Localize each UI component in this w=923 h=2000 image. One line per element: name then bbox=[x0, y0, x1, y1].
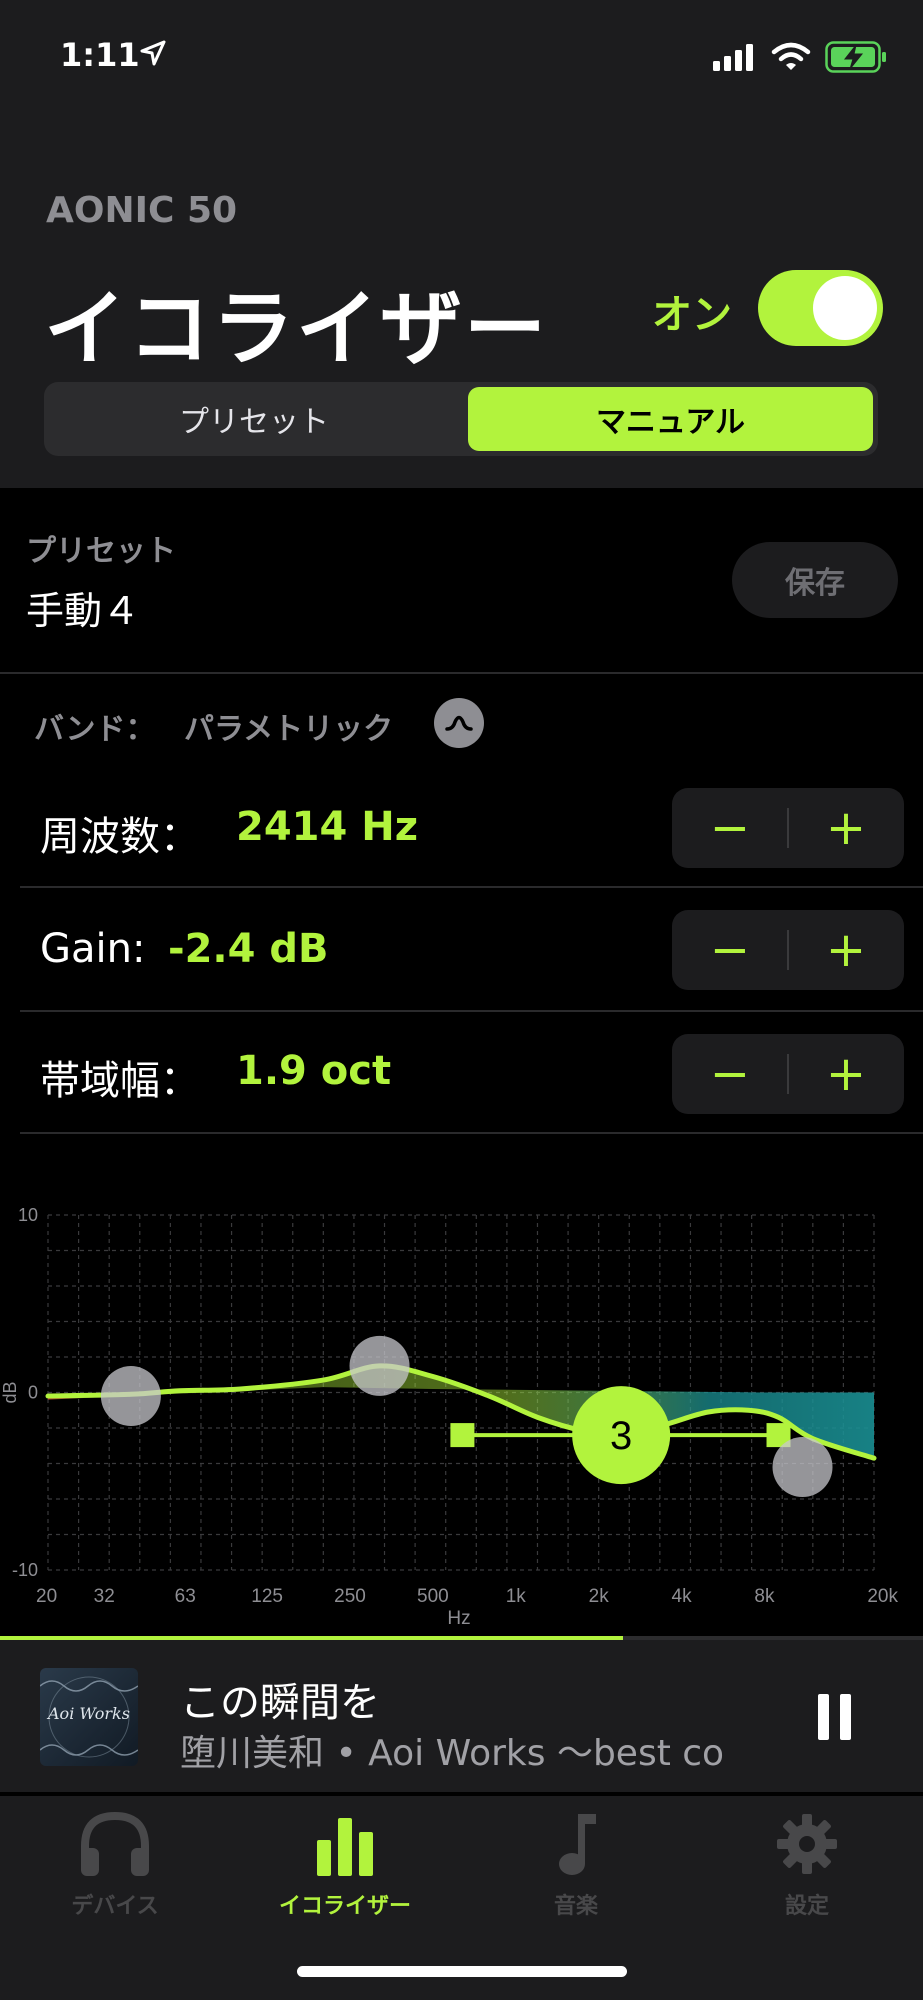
page-title: イコライザー bbox=[44, 282, 549, 377]
status-icons bbox=[713, 40, 887, 74]
gain-label: Gain: bbox=[40, 926, 146, 972]
device-name: AONIC 50 bbox=[46, 190, 238, 231]
tab-label: 音楽 bbox=[553, 1894, 598, 1919]
pause-icon bbox=[818, 1694, 829, 1740]
eq-on-toggle[interactable] bbox=[758, 270, 883, 346]
frequency-decrement-button[interactable]: − bbox=[672, 788, 788, 868]
x-tick-label: 4k bbox=[672, 1586, 693, 1607]
y-tick-label: 0 bbox=[28, 1383, 38, 1403]
home-indicator[interactable] bbox=[297, 1966, 627, 1977]
band-type-value: パラメトリック bbox=[184, 712, 394, 747]
headphones-icon bbox=[81, 1811, 149, 1876]
battery-charging-icon bbox=[825, 41, 886, 73]
band-node-2 bbox=[349, 1335, 410, 1396]
gain-stepper: − + bbox=[672, 910, 904, 990]
header-panel: 1:11 AONIC 50 イコライザー オン プリセット マニュアル bbox=[0, 0, 923, 488]
x-tick-label: 63 bbox=[175, 1586, 196, 1607]
band-type-toggle[interactable] bbox=[434, 698, 484, 748]
bell-curve-icon bbox=[445, 715, 473, 731]
save-button[interactable]: 保存 bbox=[732, 542, 898, 618]
x-tick-label: 20 bbox=[36, 1586, 57, 1607]
gain-increment-button[interactable]: + bbox=[788, 910, 904, 990]
divider bbox=[20, 886, 923, 888]
x-tick-label: 125 bbox=[251, 1586, 283, 1607]
wifi-icon bbox=[771, 42, 811, 70]
music-note-icon bbox=[559, 1814, 596, 1875]
tab-label: イコライザー bbox=[278, 1894, 411, 1919]
preset-value: 手動４ bbox=[26, 589, 141, 633]
tab-music[interactable]: 音楽 bbox=[461, 1810, 691, 1930]
cellular-signal-icon bbox=[713, 44, 753, 71]
eq-curve-chart[interactable]: 10 0 -10 dB 20 32 63 125 250 500 1k 2k 4k 8k 20k Hz 3 bbox=[0, 1195, 923, 1635]
bandwidth-stepper: − + bbox=[672, 1034, 904, 1114]
y-tick-label: -10 bbox=[12, 1560, 38, 1580]
gain-decrement-button[interactable]: − bbox=[672, 910, 788, 990]
song-artist-album: 堕川美和 • Aoi Works 〜best colle bbox=[180, 1733, 725, 1774]
x-tick-label: 8k bbox=[754, 1586, 775, 1607]
bandwidth-value: 1.9 oct bbox=[236, 1048, 392, 1094]
x-tick-label: 1k bbox=[506, 1586, 527, 1607]
y-tick-label: 10 bbox=[18, 1205, 38, 1225]
x-axis-label: Hz bbox=[447, 1608, 470, 1629]
bandwidth-label: 帯域幅： bbox=[40, 1058, 200, 1104]
frequency-increment-button[interactable]: + bbox=[788, 788, 904, 868]
y-axis-label: dB bbox=[0, 1381, 20, 1403]
status-time: 1:11 bbox=[60, 36, 140, 74]
x-tick-label: 20k bbox=[867, 1586, 898, 1607]
pause-button[interactable] bbox=[818, 1694, 854, 1740]
now-playing-bar[interactable]: Aoi Works この瞬間を 堕川美和 • Aoi Works 〜best c… bbox=[0, 1640, 923, 1792]
gear-icon bbox=[777, 1814, 837, 1874]
divider bbox=[0, 672, 923, 674]
location-arrow-icon bbox=[140, 40, 166, 66]
divider bbox=[20, 1010, 923, 1012]
band-label: バンド： bbox=[34, 712, 156, 747]
tab-label: デバイス bbox=[71, 1894, 159, 1919]
frequency-value: 2414 Hz bbox=[236, 804, 419, 850]
divider bbox=[20, 1132, 923, 1134]
tab-equalizer[interactable]: イコライザー bbox=[230, 1810, 460, 1930]
band-node-1 bbox=[100, 1366, 161, 1427]
tab-devices[interactable]: デバイス bbox=[0, 1810, 230, 1930]
segment-manual[interactable]: マニュアル bbox=[468, 387, 873, 451]
bandwidth-handle-left bbox=[450, 1423, 475, 1448]
band-node-4 bbox=[772, 1437, 833, 1498]
frequency-stepper: − + bbox=[672, 788, 904, 868]
toggle-knob bbox=[813, 276, 877, 340]
x-tick-label: 500 bbox=[417, 1586, 449, 1607]
tab-label: 設定 bbox=[784, 1894, 829, 1919]
x-tick-label: 32 bbox=[94, 1586, 115, 1607]
mode-segmented-control: プリセット マニュアル bbox=[44, 382, 878, 456]
gain-value: -2.4 dB bbox=[168, 926, 329, 972]
album-art-text: Aoi Works bbox=[48, 1704, 130, 1723]
pause-icon-bar bbox=[840, 1694, 851, 1740]
eq-toggle-label: オン bbox=[652, 292, 732, 338]
frequency-label: 周波数： bbox=[40, 814, 200, 860]
equalizer-bars-icon bbox=[317, 1818, 373, 1876]
x-tick-label: 2k bbox=[589, 1586, 610, 1607]
segment-preset[interactable]: プリセット bbox=[49, 387, 459, 451]
bandwidth-decrement-button[interactable]: − bbox=[672, 1034, 788, 1114]
album-art: Aoi Works bbox=[40, 1668, 138, 1766]
song-title: この瞬間を bbox=[180, 1680, 380, 1726]
x-tick-label: 250 bbox=[334, 1586, 366, 1607]
tab-settings[interactable]: 設定 bbox=[692, 1810, 922, 1930]
bandwidth-increment-button[interactable]: + bbox=[788, 1034, 904, 1114]
preset-label: プリセット bbox=[26, 534, 176, 569]
band-node-label: 3 bbox=[610, 1414, 632, 1458]
